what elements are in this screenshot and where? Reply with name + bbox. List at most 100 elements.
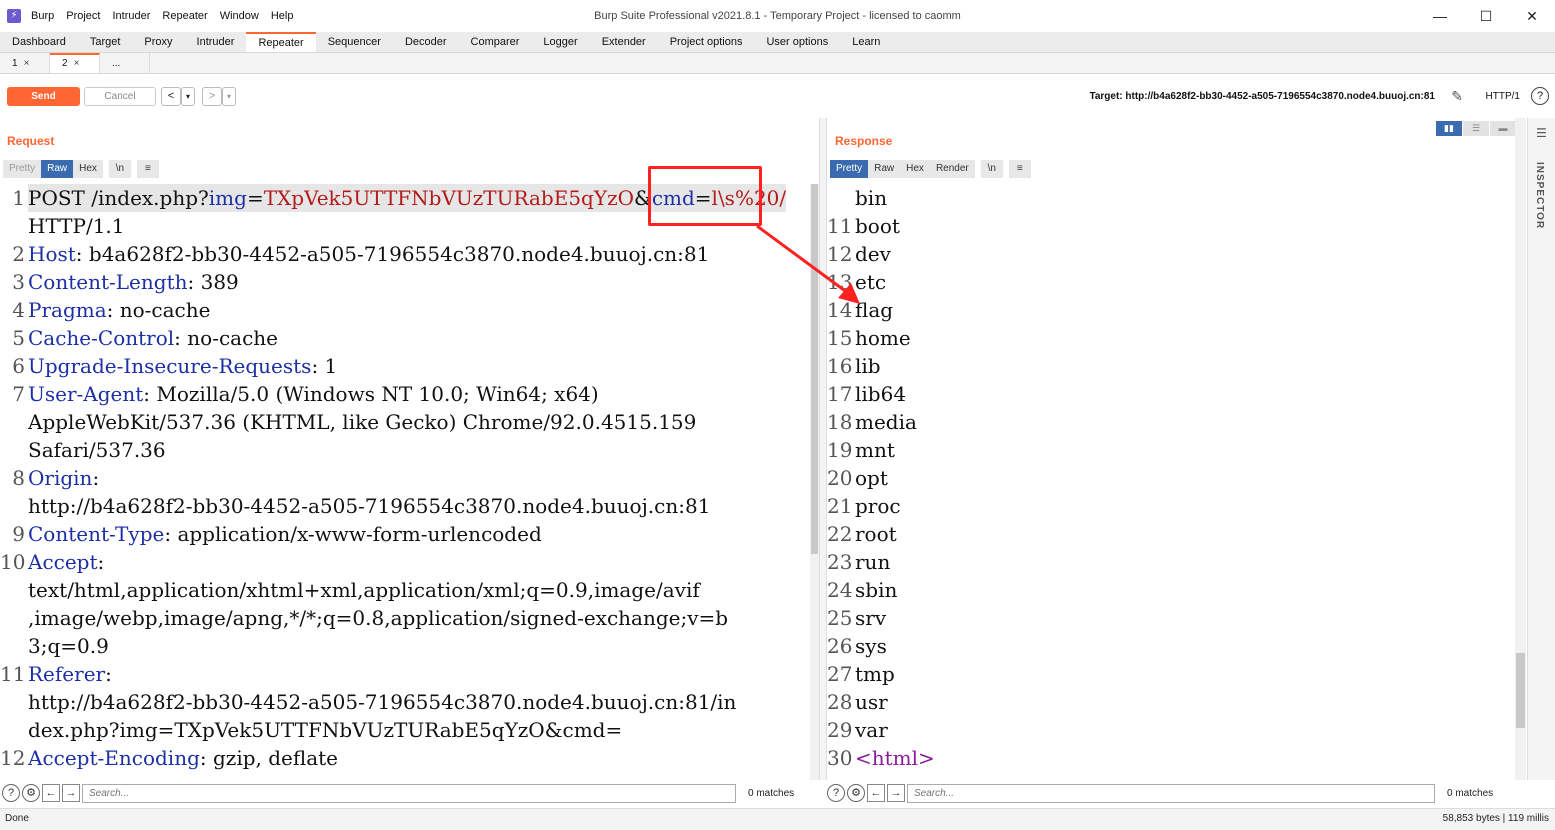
line-number: 20 — [827, 466, 853, 490]
help-icon[interactable]: ? — [1531, 87, 1549, 105]
inspector-collapse-icon[interactable]: ☰ — [1536, 126, 1547, 140]
tab-extender[interactable]: Extender — [590, 32, 658, 52]
repeater-tab-2[interactable]: 2 × — [50, 53, 100, 73]
line-number — [0, 408, 28, 436]
request-raw-tab[interactable]: Raw — [41, 160, 74, 178]
tab-dashboard[interactable]: Dashboard — [0, 32, 78, 52]
response-options-menu-icon[interactable]: ≡ — [1008, 160, 1031, 178]
tab-target[interactable]: Target — [78, 32, 133, 52]
layout-side-by-side-icon[interactable]: ▮▮ — [1436, 121, 1462, 136]
search-settings-gear-icon[interactable]: ⚙ — [847, 784, 865, 802]
edit-target-pencil-icon[interactable]: ✎ — [1451, 88, 1463, 105]
tab-decoder[interactable]: Decoder — [393, 32, 459, 52]
search-previous-arrow-icon[interactable]: ← — [867, 784, 885, 802]
menu-project[interactable]: Project — [66, 10, 100, 22]
close-button[interactable]: ✕ — [1509, 0, 1555, 32]
line-number — [0, 604, 28, 632]
request-pretty-tab[interactable]: Pretty — [3, 160, 42, 178]
search-next-arrow-icon[interactable]: → — [62, 784, 80, 802]
line-number: 16 — [827, 354, 853, 378]
target-url: Target: http://b4a628f2-bb30-4452-a505-7… — [1089, 91, 1435, 102]
tab-user-options[interactable]: User options — [754, 32, 840, 52]
tab-logger[interactable]: Logger — [531, 32, 589, 52]
search-previous-arrow-icon[interactable]: ← — [42, 784, 60, 802]
send-button[interactable]: Send — [7, 87, 80, 106]
title-bar: ⚡ Burp Project Intruder Repeater Window … — [0, 0, 1555, 32]
search-next-arrow-icon[interactable]: → — [887, 784, 905, 802]
line-text: 3;q=0.9 — [28, 634, 109, 658]
code-line: 18 media — [827, 408, 1515, 436]
response-scrollbar[interactable] — [1515, 118, 1526, 780]
http-version-toggle[interactable]: HTTP/1 — [1486, 91, 1520, 102]
line-number: 10 — [0, 550, 26, 574]
code-line: 24 sbin — [827, 576, 1515, 604]
inspector-panel[interactable]: ☰ INSPECTOR — [1527, 118, 1555, 780]
search-settings-gear-icon[interactable]: ⚙ — [22, 784, 40, 802]
menu-burp[interactable]: Burp — [31, 10, 54, 22]
request-scrollbar[interactable] — [810, 184, 819, 780]
history-back-button[interactable]: < — [161, 87, 181, 106]
line-text: dex.php?img=TXpVek5UTTFNbVUzTURabE5qYzO&… — [28, 718, 623, 742]
line-text: Upgrade-Insecure-Requests: 1 — [28, 354, 338, 378]
history-forward-button[interactable]: > — [202, 87, 222, 106]
line-text: Content-Type: application/x-www-form-url… — [28, 522, 542, 546]
tab-comparer[interactable]: Comparer — [459, 32, 532, 52]
burp-logo-icon: ⚡ — [7, 9, 21, 23]
line-number: 3 — [12, 270, 25, 294]
tab-intruder[interactable]: Intruder — [185, 32, 247, 52]
line-text: lib — [855, 354, 881, 378]
response-raw-tab[interactable]: Raw — [868, 160, 901, 178]
tab-repeater[interactable]: Repeater — [246, 32, 316, 52]
maximize-button[interactable]: ☐ — [1463, 0, 1509, 32]
response-newline-toggle[interactable]: \n — [980, 160, 1003, 178]
tab-project-options[interactable]: Project options — [658, 32, 755, 52]
line-text: AppleWebKit/537.36 (KHTML, like Gecko) C… — [28, 410, 697, 434]
request-newline-toggle[interactable]: \n — [108, 160, 131, 178]
request-options-menu-icon[interactable]: ≡ — [136, 160, 159, 178]
close-tab-icon[interactable]: × — [24, 58, 30, 69]
history-forward-menu-button[interactable]: ▾ — [222, 87, 236, 106]
cancel-button[interactable]: Cancel — [84, 87, 156, 106]
tab-sequencer[interactable]: Sequencer — [316, 32, 393, 52]
search-help-icon[interactable]: ? — [2, 784, 20, 802]
line-text: Pragma: no-cache — [28, 298, 211, 322]
menu-help[interactable]: Help — [271, 10, 294, 22]
request-editor[interactable]: 1 POST /index.php?img=TXpVek5UTTFNbVUzTUR… — [0, 184, 812, 780]
close-tab-icon[interactable]: × — [74, 58, 80, 69]
line-text: Origin: — [28, 466, 100, 490]
response-render-tab[interactable]: Render — [929, 160, 975, 178]
code-line: 2 Host: b4a628f2-bb30-4452-a505-7196554c3… — [0, 240, 812, 268]
layout-stacked-icon[interactable]: ☰ — [1463, 121, 1489, 136]
layout-tabs-icon[interactable]: ▬ — [1490, 121, 1516, 136]
tab-learn[interactable]: Learn — [840, 32, 892, 52]
menu-repeater[interactable]: Repeater — [162, 10, 207, 22]
code-line: http://b4a628f2-bb30-4452-a505-7196554c3… — [0, 688, 812, 716]
request-hex-tab[interactable]: Hex — [73, 160, 103, 178]
code-line: 12 dev — [827, 240, 1515, 268]
history-back-menu-button[interactable]: ▾ — [181, 87, 195, 106]
search-help-icon[interactable]: ? — [827, 784, 845, 802]
pane-divider[interactable] — [819, 118, 827, 780]
tab-proxy[interactable]: Proxy — [132, 32, 184, 52]
response-editor[interactable]: bin 11 boot 12 dev 13 etc 14 flag 15 home 16 lib 17 li… — [827, 184, 1515, 780]
code-line: 20 opt — [827, 464, 1515, 492]
repeater-tab-new[interactable]: ... — [100, 53, 150, 73]
line-number: 12 — [0, 746, 26, 770]
request-scroll-thumb[interactable] — [811, 184, 818, 554]
request-search-input[interactable] — [82, 783, 736, 803]
response-scroll-thumb[interactable] — [1516, 653, 1525, 728]
code-line: Safari/537.36 — [0, 436, 812, 464]
line-number: 1 — [12, 186, 25, 210]
line-text: http://b4a628f2-bb30-4452-a505-7196554c3… — [28, 690, 737, 714]
line-number: 26 — [827, 634, 853, 658]
response-pretty-tab[interactable]: Pretty — [830, 160, 869, 178]
response-search-input[interactable] — [907, 783, 1435, 803]
line-number: 19 — [827, 438, 853, 462]
minimize-button[interactable]: — — [1417, 0, 1463, 32]
response-hex-tab[interactable]: Hex — [900, 160, 930, 178]
menu-intruder[interactable]: Intruder — [113, 10, 151, 22]
repeater-tab-1[interactable]: 1 × — [0, 53, 50, 73]
code-line: 16 lib — [827, 352, 1515, 380]
menu-window[interactable]: Window — [220, 10, 259, 22]
code-line: 19 mnt — [827, 436, 1515, 464]
